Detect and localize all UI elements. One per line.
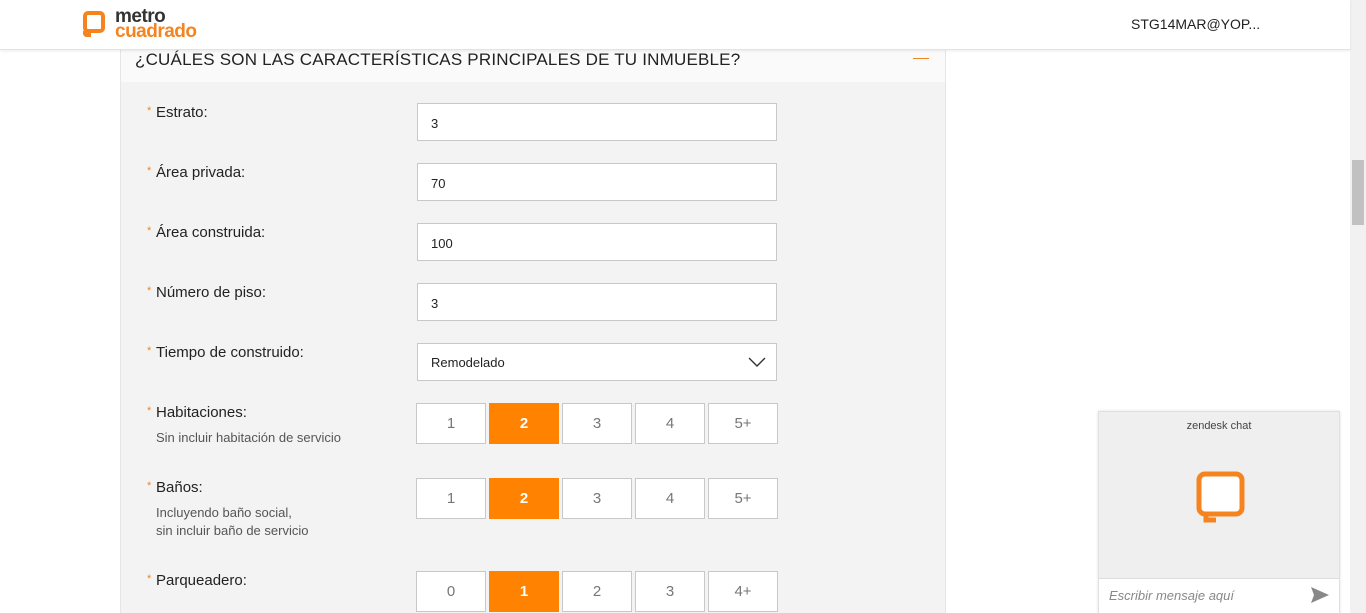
estrato-field[interactable]: 3 <box>417 103 777 141</box>
area-construida-value: 100 <box>431 236 453 251</box>
banos-hint-line1: Incluyendo baño social, <box>156 505 292 520</box>
tiempo-construido-value: Remodelado <box>431 355 505 370</box>
habitaciones-option[interactable]: 1 <box>416 403 486 444</box>
habitaciones-label: Habitaciones: <box>156 404 247 421</box>
area-construida-field[interactable]: 100 <box>417 223 777 261</box>
banos-option-selected[interactable]: 2 <box>489 478 559 519</box>
property-features-panel: ¿CUÁLES SON LAS CARACTERÍSTICAS PRINCIPA… <box>120 49 946 613</box>
chevron-down-icon <box>748 357 766 367</box>
banos-option[interactable]: 5+ <box>708 478 778 519</box>
send-icon[interactable] <box>1311 587 1329 603</box>
required-mark: * <box>147 285 152 297</box>
banos-hint-line2: sin incluir baño de servicio <box>156 523 309 538</box>
area-privada-value: 70 <box>431 176 446 191</box>
section-header[interactable]: ¿CUÁLES SON LAS CARACTERÍSTICAS PRINCIPA… <box>121 49 945 82</box>
page-scrollbar[interactable] <box>1350 0 1366 613</box>
required-mark: * <box>147 573 152 585</box>
tiempo-construido-label: Tiempo de construido: <box>156 344 304 361</box>
chat-logo-icon <box>1196 471 1245 523</box>
logo-mark-icon <box>83 11 105 37</box>
numero-piso-value: 3 <box>431 296 439 311</box>
logo-text-cuadrado: cuadrado <box>115 21 197 42</box>
estrato-value: 3 <box>431 116 439 131</box>
parqueadero-option-selected[interactable]: 1 <box>489 571 559 612</box>
required-mark: * <box>147 165 152 177</box>
user-menu[interactable]: STG14MAR@YOP... <box>1131 16 1260 32</box>
banos-option[interactable]: 1 <box>416 478 486 519</box>
top-bar: metro cuadrado STG14MAR@YOP... <box>0 0 1350 50</box>
required-mark: * <box>147 225 152 237</box>
required-mark: * <box>147 345 152 357</box>
numero-piso-field[interactable]: 3 <box>417 283 777 321</box>
chat-placeholder: Escribir mensaje aquí <box>1109 588 1234 603</box>
area-privada-label: Área privada: <box>156 164 246 181</box>
habitaciones-option[interactable]: 3 <box>562 403 632 444</box>
scrollbar-thumb[interactable] <box>1352 160 1364 225</box>
metrocuadrado-logo[interactable]: metro cuadrado <box>83 6 208 42</box>
parqueadero-option[interactable]: 3 <box>635 571 705 612</box>
numero-piso-label: Número de piso: <box>156 284 267 301</box>
estrato-label: Estrato: <box>156 104 208 121</box>
banos-option[interactable]: 3 <box>562 478 632 519</box>
chat-title: zendesk chat <box>1186 420 1252 432</box>
area-privada-field[interactable]: 70 <box>417 163 777 201</box>
chat-message-input[interactable]: Escribir mensaje aquí <box>1099 578 1339 613</box>
banos-label: Baños: <box>156 479 203 496</box>
parqueadero-option[interactable]: 4+ <box>708 571 778 612</box>
required-mark: * <box>147 480 152 492</box>
parqueadero-option[interactable]: 2 <box>562 571 632 612</box>
banos-option[interactable]: 4 <box>635 478 705 519</box>
habitaciones-option-selected[interactable]: 2 <box>489 403 559 444</box>
collapse-icon[interactable] <box>913 58 929 59</box>
section-title: ¿CUÁLES SON LAS CARACTERÍSTICAS PRINCIPA… <box>135 50 741 69</box>
parqueadero-label: Parqueadero: <box>156 572 247 589</box>
area-construida-label: Área construida: <box>156 224 266 241</box>
habitaciones-hint: Sin incluir habitación de servicio <box>156 430 341 445</box>
habitaciones-option[interactable]: 5+ <box>708 403 778 444</box>
chat-widget[interactable]: zendesk chat Escribir mensaje aquí <box>1098 411 1340 613</box>
required-mark: * <box>147 405 152 417</box>
habitaciones-option[interactable]: 4 <box>635 403 705 444</box>
required-mark: * <box>147 105 152 117</box>
tiempo-construido-select[interactable]: Remodelado <box>417 343 777 381</box>
parqueadero-option[interactable]: 0 <box>416 571 486 612</box>
